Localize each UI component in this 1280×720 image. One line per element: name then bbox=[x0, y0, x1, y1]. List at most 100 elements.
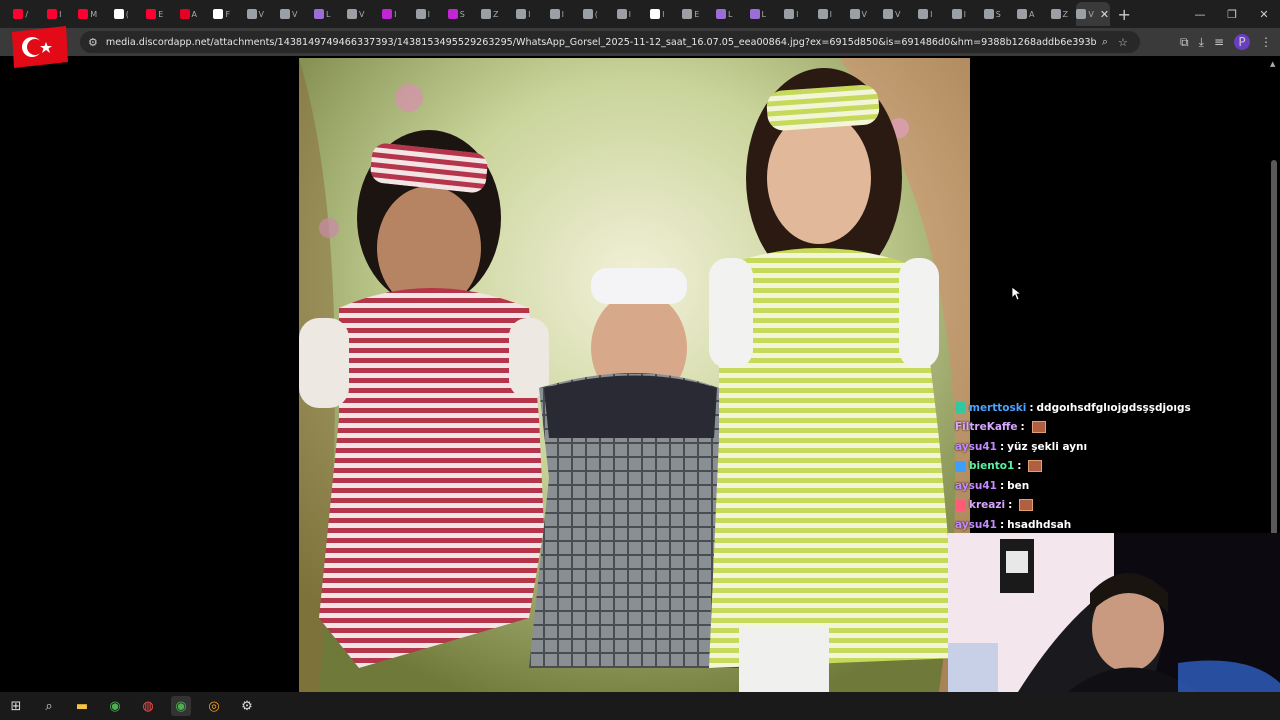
browser-tab[interactable]: V bbox=[339, 2, 373, 26]
globe-icon bbox=[817, 9, 828, 19]
chrome-icon[interactable]: ◉ bbox=[171, 696, 191, 716]
browser-tab[interactable]: V bbox=[272, 2, 306, 26]
globe-icon bbox=[983, 9, 994, 19]
chat-username: kreazi bbox=[969, 499, 1006, 512]
tab-title: M bbox=[90, 9, 98, 19]
profile-avatar[interactable]: P bbox=[1234, 34, 1250, 50]
browser-tab[interactable]: I bbox=[808, 2, 842, 26]
tab-list: / I M(E A F V V L V I I S Z I I(I I E L L I I V V I I S A Z V ✕ bbox=[0, 0, 1110, 28]
browser-tab[interactable]: V bbox=[875, 2, 909, 26]
window-controls: — ❐ ✕ bbox=[1184, 0, 1280, 28]
zoom-icon[interactable]: ⌕ bbox=[1102, 35, 1108, 49]
chrome-icon[interactable]: ◉ bbox=[105, 696, 125, 716]
scroll-up-arrow-icon[interactable]: ▲ bbox=[1270, 60, 1275, 68]
chat-message: kreazi: bbox=[955, 496, 1275, 516]
tab-title: I bbox=[930, 9, 933, 19]
youtube-icon bbox=[47, 9, 58, 19]
browser-tab[interactable]: I bbox=[775, 2, 809, 26]
google-icon bbox=[213, 9, 224, 19]
tab-title: F bbox=[225, 9, 231, 19]
browser-tab[interactable]: M bbox=[71, 2, 105, 26]
url-text[interactable]: media.discordapp.net/attachments/1438149… bbox=[106, 37, 1096, 48]
tab-title: ( bbox=[594, 9, 598, 19]
browser-tab[interactable]: I bbox=[641, 2, 675, 26]
browser-tab[interactable]: I bbox=[507, 2, 541, 26]
browser-tab[interactable]: I bbox=[942, 2, 976, 26]
hashtag-icon bbox=[447, 9, 458, 19]
browser-tab[interactable]: S bbox=[440, 2, 474, 26]
globe-icon bbox=[951, 9, 962, 19]
chat-separator: : bbox=[1020, 421, 1025, 434]
tab-title: S bbox=[459, 9, 465, 19]
chat-message: aysu41: ben bbox=[955, 476, 1275, 496]
close-tab-icon[interactable]: ✕ bbox=[1100, 8, 1109, 21]
extensions-icon[interactable]: ⧉ bbox=[1180, 35, 1189, 50]
chrome-canary-icon[interactable]: ◎ bbox=[204, 696, 224, 716]
browser-tab[interactable]: Z bbox=[473, 2, 507, 26]
browser-tab[interactable]: I bbox=[406, 2, 440, 26]
browser-tab[interactable]: Z bbox=[1043, 2, 1077, 26]
browser-tab[interactable]: L bbox=[306, 2, 340, 26]
browser-tab[interactable]: F bbox=[205, 2, 239, 26]
tab-title: V bbox=[359, 9, 365, 19]
chat-emote-icon bbox=[1019, 499, 1034, 512]
browser-tab[interactable]: I bbox=[909, 2, 943, 26]
browser-tab[interactable]: S bbox=[976, 2, 1010, 26]
browser-tab[interactable]: A bbox=[172, 2, 206, 26]
globe-icon bbox=[280, 9, 290, 19]
chat-separator: : bbox=[1029, 401, 1034, 414]
tab-title: E bbox=[158, 9, 164, 19]
browser-tab[interactable]: E bbox=[674, 2, 708, 26]
chat-text: ddgoıhsdfglıojgdsşşdjoıgs bbox=[1036, 401, 1191, 414]
globe-icon bbox=[1076, 9, 1087, 19]
file-explorer-icon[interactable]: ▬ bbox=[72, 696, 92, 716]
chat-message: FiltreKaffe: bbox=[955, 418, 1275, 438]
browser-tab[interactable]: A bbox=[1009, 2, 1043, 26]
minimize-icon[interactable]: — bbox=[1184, 0, 1216, 28]
displayed-photo[interactable] bbox=[299, 58, 970, 692]
globe-icon bbox=[883, 9, 893, 19]
globe-icon bbox=[1017, 9, 1027, 19]
browser-tab[interactable]: I bbox=[373, 2, 407, 26]
windows-start-icon[interactable]: ⊞ bbox=[6, 696, 26, 716]
browser-tab[interactable]: V ✕ bbox=[1076, 2, 1110, 26]
globe-icon bbox=[246, 9, 257, 19]
globe-icon bbox=[784, 9, 795, 19]
browser-tab[interactable]: ( bbox=[574, 2, 608, 26]
tab-title: I bbox=[59, 9, 62, 19]
browser-tab[interactable]: I bbox=[540, 2, 574, 26]
browser-tab[interactable]: ( bbox=[105, 2, 139, 26]
chat-badge-icon bbox=[955, 460, 966, 472]
browser-tab[interactable]: L bbox=[741, 2, 775, 26]
browser-tab[interactable]: L bbox=[708, 2, 742, 26]
download-icon[interactable]: ⤓ bbox=[1199, 35, 1204, 50]
media-controls-icon[interactable]: ≡ bbox=[1214, 35, 1224, 49]
chat-separator: : bbox=[1008, 499, 1013, 512]
browser-tab[interactable]: V bbox=[239, 2, 273, 26]
search-icon[interactable]: ⌕ bbox=[39, 696, 59, 716]
windows-taskbar: ⊞ ⌕ ▬ ◉ ◍ ◉ ◎ ⚙ bbox=[0, 692, 1280, 720]
restore-icon[interactable]: ❐ bbox=[1216, 0, 1248, 28]
browser-tab-strip: / I M(E A F V V L V I I S Z I I(I I E L L I I V V I I S A Z V ✕ + — ❐… bbox=[0, 0, 1280, 28]
tab-title: L bbox=[326, 9, 331, 19]
obs-icon[interactable]: ◍ bbox=[138, 696, 158, 716]
browser-tab[interactable]: I bbox=[607, 2, 641, 26]
tab-title: Z bbox=[1062, 9, 1068, 19]
tab-title: Z bbox=[493, 9, 499, 19]
browser-tab[interactable]: V bbox=[842, 2, 876, 26]
new-tab-button[interactable]: + bbox=[1118, 5, 1131, 24]
youtube-icon bbox=[78, 9, 89, 19]
bookmark-star-icon[interactable]: ☆ bbox=[1118, 36, 1128, 49]
menu-kebab-icon[interactable]: ⋮ bbox=[1260, 35, 1272, 49]
close-window-icon[interactable]: ✕ bbox=[1248, 0, 1280, 28]
chat-message: biento1: bbox=[955, 457, 1275, 477]
settings-gear-icon[interactable]: ⚙ bbox=[237, 696, 257, 716]
chat-message: aysu41: yüz şekli aynı bbox=[955, 437, 1275, 457]
address-bar[interactable]: ⚙ media.discordapp.net/attachments/14381… bbox=[80, 31, 1140, 53]
tab-title: I bbox=[394, 9, 397, 19]
chat-text: hsadhdsah bbox=[1007, 518, 1072, 531]
chat-username: aysu41 bbox=[955, 479, 997, 492]
chat-username: aysu41 bbox=[955, 440, 997, 453]
browser-tab[interactable]: E bbox=[138, 2, 172, 26]
site-info-icon[interactable]: ⚙ bbox=[88, 36, 98, 49]
